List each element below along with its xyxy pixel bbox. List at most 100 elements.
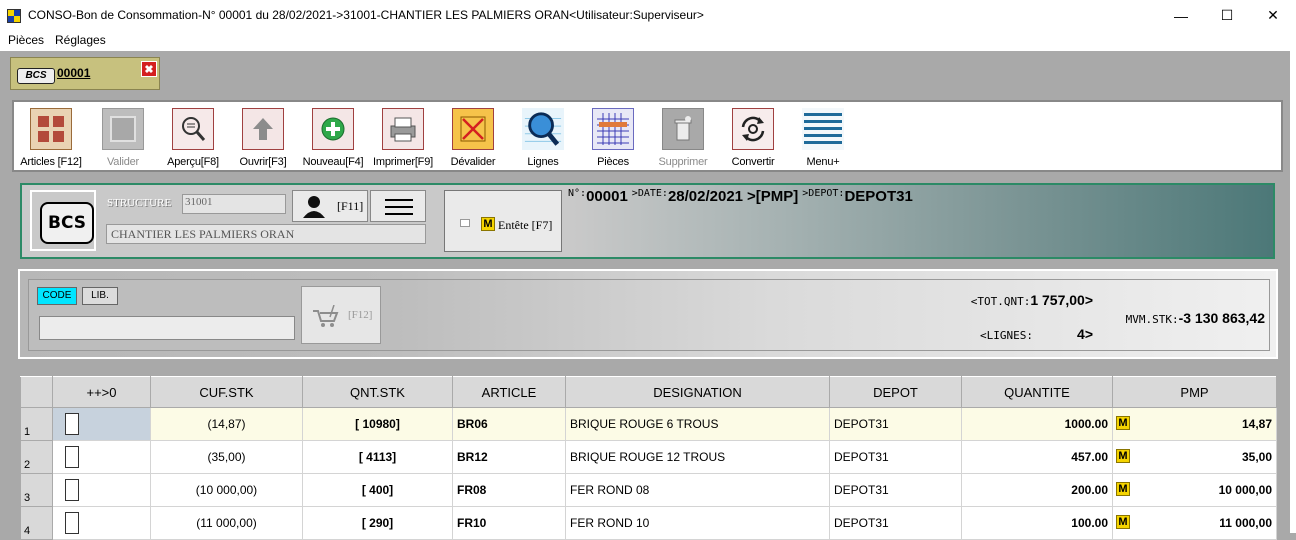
cell-quantite[interactable]: 1000.00 xyxy=(961,407,1113,441)
articles-button[interactable]: Articles [F12] xyxy=(16,104,86,170)
add-to-cart-button[interactable]: [F12] xyxy=(301,286,381,344)
pieces-label: Pièces xyxy=(597,156,629,168)
tot-qnt-label: <TOT.QNT xyxy=(970,295,1024,308)
delete-icon xyxy=(662,108,704,150)
devalider-button[interactable]: Dévalider xyxy=(438,104,508,170)
ouvrir-button[interactable]: Ouvrir[F3] xyxy=(228,104,298,170)
imprimer-label: Imprimer[F9] xyxy=(373,156,433,168)
col-header-cuf-stk[interactable]: CUF.STK xyxy=(150,376,303,408)
validate-icon xyxy=(102,108,144,150)
m-badge-icon: M xyxy=(1116,449,1130,463)
table-header-row: ++>0 CUF.STK QNT.STK ARTICLE DESIGNATION… xyxy=(20,376,1277,408)
cart-icon xyxy=(313,305,339,327)
hamburger-menu-button[interactable] xyxy=(370,190,426,222)
open-icon xyxy=(242,108,284,150)
tab-close-icon[interactable]: ✖ xyxy=(141,61,157,77)
app-icon xyxy=(7,9,21,23)
cell-depot: DEPOT31 xyxy=(829,473,962,507)
cell-designation: FER ROND 10 xyxy=(565,506,830,540)
valider-button[interactable]: Valider xyxy=(88,104,158,170)
lignes-label: <LIGNES xyxy=(980,329,1027,342)
col-header-article[interactable]: ARTICLE xyxy=(452,376,566,408)
maximize-button[interactable]: ☐ xyxy=(1204,0,1250,31)
cell-pmp: M 14,87 xyxy=(1112,407,1277,441)
menu-bar: Pièces Réglages xyxy=(0,31,1296,51)
pmp-value: 11 000,00 xyxy=(1219,516,1272,530)
minimize-button[interactable]: — xyxy=(1158,0,1204,31)
supprimer-button[interactable]: Supprimer xyxy=(648,104,718,170)
search-input[interactable] xyxy=(39,316,295,340)
row-checkbox-cell[interactable] xyxy=(52,407,151,441)
lignes-value: 4> xyxy=(1077,326,1093,342)
title-bar: CONSO-Bon de Consommation-N° 00001 du 28… xyxy=(0,0,1296,31)
cell-quantite[interactable]: 200.00 xyxy=(961,473,1113,507)
stock-movement: MVM.STK:-3 130 863,42 xyxy=(1125,310,1265,326)
row-checkbox[interactable] xyxy=(65,446,79,468)
pmp-value: 35,00 xyxy=(1241,450,1272,464)
row-checkbox[interactable] xyxy=(65,413,79,435)
convertir-button[interactable]: Convertir xyxy=(718,104,788,170)
row-checkbox-cell[interactable] xyxy=(52,440,151,474)
apercu-button[interactable]: Aperçu[F8] xyxy=(158,104,228,170)
menu-reglages[interactable]: Réglages xyxy=(55,33,106,47)
structure-name-field[interactable]: CHANTIER LES PALMIERS ORAN xyxy=(106,224,426,244)
cell-qnt-stk: [ 4113] xyxy=(302,440,453,474)
cell-designation: BRIQUE ROUGE 12 TROUS xyxy=(565,440,830,474)
cell-pmp: M 11 000,00 xyxy=(1112,506,1277,540)
method-value: >[PMP] xyxy=(747,188,799,205)
lines-table: ++>0 CUF.STK QNT.STK ARTICLE DESIGNATION… xyxy=(20,376,1277,540)
main-toolbar: Articles [F12] Valider Aperçu[F8] Ouvrir… xyxy=(12,100,1283,172)
table-row[interactable]: 2 (35,00) [ 4113] BR12 BRIQUE ROUGE 12 T… xyxy=(20,440,1277,474)
entete-button[interactable]: M Entête [F7] xyxy=(444,190,562,252)
row-checkbox[interactable] xyxy=(65,479,79,501)
cell-designation: BRIQUE ROUGE 6 TROUS xyxy=(565,407,830,441)
cell-quantite[interactable]: 457.00 xyxy=(961,440,1113,474)
table-row[interactable]: 1 (14,87) [ 10980] BR06 BRIQUE ROUGE 6 T… xyxy=(20,407,1277,441)
user-button[interactable]: [F11] xyxy=(292,190,368,222)
row-checkbox[interactable] xyxy=(65,512,79,534)
cell-pmp: M 35,00 xyxy=(1112,440,1277,474)
document-tab-label[interactable]: 00001 xyxy=(57,66,90,80)
user-shortcut-label: [F11] xyxy=(337,199,364,213)
lib-mode-button[interactable]: LIB. xyxy=(82,287,118,305)
document-tab[interactable]: BCS 00001 ✖ xyxy=(10,57,160,90)
imprimer-button[interactable]: Imprimer[F9] xyxy=(368,104,438,170)
table-row[interactable]: 4 (11 000,00) [ 290] FR10 FER ROND 10 DE… xyxy=(20,506,1277,540)
col-header-pmp[interactable]: PMP xyxy=(1112,376,1277,408)
col-header-qnt-stk[interactable]: QNT.STK xyxy=(302,376,453,408)
code-mode-button[interactable]: CODE xyxy=(37,287,77,305)
pieces-button[interactable]: Pièces xyxy=(578,104,648,170)
lines-search-icon xyxy=(522,108,564,150)
cell-article: BR06 xyxy=(452,407,566,441)
search-panel: CODE LIB. [F12] <TOT.QNT:1 757,00> <LIGN… xyxy=(18,269,1278,359)
number-value: 00001 xyxy=(586,188,628,205)
bcs-logo: BCS xyxy=(30,190,96,251)
cell-qnt-stk: [ 400] xyxy=(302,473,453,507)
valider-label: Valider xyxy=(106,156,140,168)
entete-label: Entête [F7] xyxy=(498,218,553,232)
nouveau-button[interactable]: Nouveau[F4] xyxy=(298,104,368,170)
row-number: 4 xyxy=(20,506,53,540)
number-label: N° xyxy=(568,188,581,199)
date-value: 28/02/2021 xyxy=(667,188,744,205)
row-checkbox-cell[interactable] xyxy=(52,473,151,507)
table-row[interactable]: 3 (10 000,00) [ 400] FR08 FER ROND 08 DE… xyxy=(20,473,1277,507)
pmp-value: 14,87 xyxy=(1241,417,1272,431)
cell-cuf-stk: (11 000,00) xyxy=(150,506,303,540)
line-count: <LIGNES: 4> xyxy=(980,326,1093,342)
new-icon xyxy=(312,108,354,150)
row-checkbox-cell[interactable] xyxy=(52,506,151,540)
col-header-quantite[interactable]: QUANTITE xyxy=(961,376,1113,408)
lignes-button[interactable]: Lignes xyxy=(508,104,578,170)
col-header-depot[interactable]: DEPOT xyxy=(829,376,962,408)
col-header-positive[interactable]: ++>0 xyxy=(52,376,151,408)
cell-quantite[interactable]: 100.00 xyxy=(961,506,1113,540)
documents-grid-icon xyxy=(592,108,634,150)
menu-icon xyxy=(802,108,844,150)
close-window-button[interactable]: ✕ xyxy=(1250,0,1296,31)
structure-code-field[interactable]: 31001 xyxy=(182,194,286,214)
menu-plus-button[interactable]: Menu+ xyxy=(788,104,858,170)
col-header-designation[interactable]: DESIGNATION xyxy=(565,376,830,408)
menu-pieces[interactable]: Pièces xyxy=(8,33,44,47)
tot-qnt-value: 1 757,00> xyxy=(1030,292,1093,308)
